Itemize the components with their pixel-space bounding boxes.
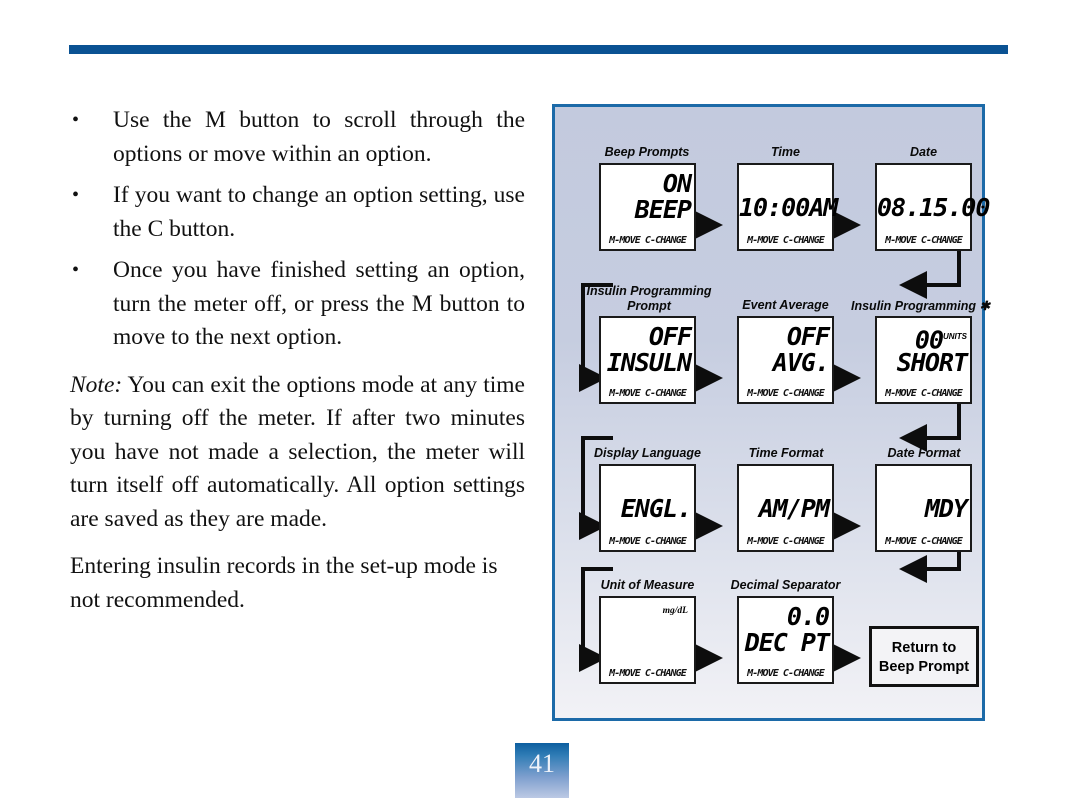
note-label: Note:	[70, 371, 123, 398]
note-body: You can exit the options mode at any tim…	[70, 371, 525, 532]
lcd-screen-insulin-programming: 00UNITS SHORT M-MOVE C-CHANGE	[875, 316, 972, 404]
lcd-screen-unit-of-measure: mg/dL M-MOVE C-CHANGE	[599, 596, 696, 684]
header-rule	[69, 45, 1008, 54]
lcd-footer-hint: M-MOVE C-CHANGE	[747, 536, 825, 547]
list-item: • If you want to change an option settin…	[70, 179, 525, 246]
node-caption-display-language: Display Language	[594, 446, 701, 460]
lcd-line-1: 0.0	[786, 602, 830, 631]
lcd-footer-hint: M-MOVE C-CHANGE	[747, 235, 825, 246]
lcd-footer-hint: M-MOVE C-CHANGE	[747, 388, 825, 399]
lcd-footer-hint: M-MOVE C-CHANGE	[609, 388, 687, 399]
node-caption-decimal-separator: Decimal Separator	[730, 578, 841, 592]
list-item: • Use the M button to scroll through the…	[70, 104, 525, 171]
node-caption-time: Time	[771, 145, 800, 159]
list-item-text: Use the M button to scroll through the o…	[113, 107, 525, 167]
list-item-text: Once you have finished setting an option…	[113, 257, 525, 350]
list-item-text: If you want to change an option setting,…	[113, 182, 525, 242]
lcd-line-2: AM/PM	[758, 494, 830, 523]
options-flow-diagram-panel: Beep Prompts ON BEEP M-MOVE C-CHANGE Tim…	[552, 104, 990, 721]
lcd-footer-hint: M-MOVE C-CHANGE	[609, 536, 687, 547]
bullet-icon: •	[72, 184, 80, 206]
node-caption-beep-prompts: Beep Prompts	[604, 145, 690, 159]
node-caption-time-format: Time Format	[748, 446, 824, 460]
lcd-footer-hint: M-MOVE C-CHANGE	[885, 536, 963, 547]
lcd-footer-hint: M-MOVE C-CHANGE	[885, 388, 963, 399]
list-item: • Once you have finished setting an opti…	[70, 254, 525, 355]
lcd-line-2: DEC PT	[744, 628, 830, 657]
lcd-line-1: OFF	[786, 322, 830, 351]
lcd-line-2: ENGL.	[620, 494, 692, 523]
lcd-line-2: INSULN	[606, 348, 692, 377]
lcd-unit-badge: mg/dL	[662, 606, 688, 616]
lcd-line-2: 08.15.00	[877, 193, 990, 222]
lcd-line-2: 10:00AM	[739, 193, 838, 222]
lcd-screen-display-language: ENGL. M-MOVE C-CHANGE	[599, 464, 696, 552]
lcd-line-1: OFF	[648, 322, 692, 351]
lcd-line-2: MDY	[924, 494, 968, 523]
lcd-footer-hint: M-MOVE C-CHANGE	[609, 235, 687, 246]
caption-line-2: Prompt	[627, 298, 671, 313]
caption-line-1: Insulin Programming	[586, 284, 712, 298]
return-to-beep-prompt-box: Return to Beep Prompt	[869, 626, 979, 687]
note-paragraph: Note: You can exit the options mode at a…	[70, 369, 525, 537]
bullet-icon: •	[72, 259, 80, 281]
lcd-screen-time: 10:00AM M-MOVE C-CHANGE	[737, 163, 838, 251]
lcd-screen-beep-prompts: ON BEEP M-MOVE C-CHANGE	[599, 163, 696, 251]
page-number-badge: 41	[515, 743, 569, 798]
node-caption-insulin-programming-prompt: Insulin Programming Prompt	[579, 284, 719, 313]
lcd-screen-date-format: MDY M-MOVE C-CHANGE	[875, 464, 972, 552]
node-caption-event-average: Event Average	[742, 298, 829, 312]
lcd-screen-decimal-separator: 0.0 DEC PT M-MOVE C-CHANGE	[737, 596, 834, 684]
bullet-icon: •	[72, 109, 80, 131]
lcd-footer-hint: M-MOVE C-CHANGE	[885, 235, 963, 246]
lcd-screen-date: 08.15.00 M-MOVE C-CHANGE	[875, 163, 990, 251]
node-caption-date-format: Date Format	[887, 446, 961, 460]
lcd-line-2: SHORT	[896, 348, 968, 377]
node-caption-date: Date	[909, 145, 938, 159]
lcd-footer-hint: M-MOVE C-CHANGE	[747, 668, 825, 679]
return-box-line-1: Return to	[891, 640, 957, 656]
lcd-line-1: ON	[662, 169, 692, 198]
lcd-screen-time-format: AM/PM M-MOVE C-CHANGE	[737, 464, 834, 552]
node-caption-insulin-programming: Insulin Programming ✱	[851, 299, 990, 313]
instruction-text-column: • Use the M button to scroll through the…	[70, 104, 525, 617]
lcd-line-2: BEEP	[634, 195, 692, 224]
closing-paragraph: Entering insulin records in the set-up m…	[70, 553, 498, 613]
lcd-units-label: UNITS	[943, 332, 967, 341]
lcd-footer-hint: M-MOVE C-CHANGE	[609, 668, 687, 679]
lcd-line-2: AVG.	[772, 348, 830, 377]
lcd-screen-event-average: OFF AVG. M-MOVE C-CHANGE	[737, 316, 834, 404]
lcd-screen-insulin-prompt: OFF INSULN M-MOVE C-CHANGE	[599, 316, 696, 404]
node-caption-unit-of-measure: Unit of Measure	[600, 578, 695, 592]
return-box-line-2: Beep Prompt	[878, 659, 970, 675]
